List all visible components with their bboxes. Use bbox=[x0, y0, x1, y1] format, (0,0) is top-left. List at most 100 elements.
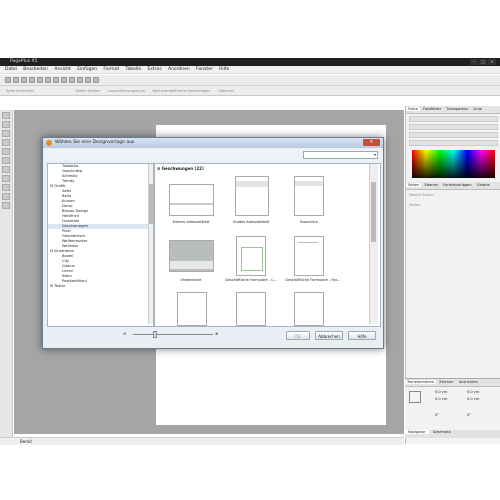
category-tree[interactable]: Trabanta Geschnittg Schmalz Trendy ⊟ Grafik A… bbox=[47, 163, 154, 327]
x-value[interactable]: 0,0 cm bbox=[435, 390, 447, 394]
options-button[interactable]: Optionen bbox=[218, 89, 234, 93]
tree-scrollbar[interactable] bbox=[148, 164, 153, 324]
align-icon[interactable] bbox=[93, 77, 99, 83]
template-caption: Geschäftliche Formulare - C... bbox=[225, 278, 277, 282]
cancel-button[interactable]: Abbrechen bbox=[315, 331, 343, 340]
gallery-scroll-thumb[interactable] bbox=[371, 182, 376, 242]
menu-anordnen[interactable]: Anordnen bbox=[168, 67, 190, 72]
template-thumb-brochure[interactable] bbox=[294, 176, 324, 216]
menu-einfuegen[interactable]: Einfügen bbox=[77, 67, 97, 72]
template-thumb-business-form-c[interactable] bbox=[236, 236, 266, 276]
y-value[interactable]: 0,0 cm bbox=[435, 397, 447, 401]
zoom-out-icon[interactable]: ⊖ bbox=[123, 331, 126, 336]
menu-fenster[interactable]: Fenster bbox=[196, 67, 213, 72]
fill-tool-icon[interactable] bbox=[2, 184, 10, 191]
blue-slider[interactable] bbox=[409, 140, 498, 146]
custom-button[interactable]: Benutzerdefinierte Hochbelegen bbox=[152, 89, 210, 93]
menu-extras[interactable]: Extras bbox=[147, 67, 161, 72]
bold-icon[interactable] bbox=[77, 77, 83, 83]
rotation-value[interactable]: 0° bbox=[435, 413, 439, 417]
tab-galerie[interactable]: Galerie bbox=[475, 183, 492, 187]
save-icon[interactable] bbox=[21, 77, 27, 83]
gallery-header-label: Geschwungen (22) bbox=[161, 166, 204, 171]
tab-farbe[interactable]: Farbe bbox=[406, 107, 420, 111]
template-thumb-business-card[interactable] bbox=[169, 240, 214, 272]
italic-icon[interactable] bbox=[85, 77, 91, 83]
page-toolbar: Seite einrichten Seiten fließen Layoutfü… bbox=[0, 86, 500, 96]
tab-linie[interactable]: Linie bbox=[471, 107, 484, 111]
crop-tool-icon[interactable] bbox=[2, 130, 10, 137]
menu-format[interactable]: Format bbox=[103, 67, 119, 72]
picture-tool-icon[interactable] bbox=[2, 175, 10, 182]
design-template-dialog: Wählen Sie eine Designvorlage aus × ▾ Tr… bbox=[42, 137, 384, 349]
minimize-button[interactable]: – bbox=[470, 59, 478, 65]
navigator-tabs: Navigator Schemata bbox=[405, 430, 500, 438]
close-window-button[interactable]: × bbox=[488, 59, 496, 65]
width-value[interactable]: 0,0 cm bbox=[467, 390, 479, 394]
anchor-icon[interactable] bbox=[409, 391, 421, 403]
template-thumb-row3-2[interactable] bbox=[236, 292, 266, 326]
zoom-slider[interactable]: ⊖ ⊕ bbox=[123, 331, 223, 338]
menu-bearbeiten[interactable]: Bearbeiten bbox=[23, 67, 48, 72]
tab-formatvorlagen[interactable]: Formatvorlagen bbox=[441, 183, 473, 187]
dialog-close-button[interactable]: × bbox=[363, 139, 380, 146]
text-tool-icon[interactable] bbox=[2, 139, 10, 146]
menu-tabelle[interactable]: Tabelle bbox=[126, 67, 142, 72]
tab-seiten[interactable]: Seiten bbox=[406, 183, 422, 187]
print-icon[interactable] bbox=[29, 77, 35, 83]
gallery-header: ⊟ Geschwungen (22) bbox=[157, 166, 204, 171]
height-value[interactable]: 0,0 cm bbox=[467, 397, 479, 401]
ok-button[interactable]: OK bbox=[286, 331, 310, 340]
page-setup-button[interactable]: Seite einrichten bbox=[6, 89, 34, 93]
tab-ausrichten[interactable]: Ausrichten bbox=[457, 380, 480, 384]
tree-scroll-thumb[interactable] bbox=[149, 184, 153, 224]
template-thumb-row3-3[interactable] bbox=[294, 292, 324, 326]
tab-schemata[interactable]: Schemata bbox=[430, 430, 454, 434]
zoom-slider-knob[interactable] bbox=[153, 331, 157, 338]
template-thumb-large-label[interactable] bbox=[235, 176, 269, 216]
help-button[interactable]: Hilfe bbox=[348, 331, 376, 340]
color-mode-select[interactable] bbox=[409, 116, 498, 122]
pen-tool-icon[interactable] bbox=[2, 148, 10, 155]
zoom-tool-icon[interactable] bbox=[2, 202, 10, 209]
gallery-scrollbar[interactable] bbox=[369, 164, 378, 324]
shear-value[interactable]: 0° bbox=[467, 413, 471, 417]
maximize-button[interactable]: □ bbox=[479, 59, 487, 65]
tree-category-label: Grafik bbox=[54, 184, 66, 188]
zoom-slider-track[interactable] bbox=[133, 334, 213, 335]
pointer-tool-icon[interactable] bbox=[2, 112, 10, 119]
layout-guides-button[interactable]: Layoutführungen(ca) bbox=[107, 89, 145, 93]
color-spectrum[interactable] bbox=[412, 150, 495, 178]
window-title-bar: PagePlus X5 – □ × bbox=[0, 58, 500, 66]
page-flow-button[interactable]: Seiten fließen bbox=[76, 89, 101, 93]
table-tool-icon[interactable] bbox=[2, 166, 10, 173]
menu-datei[interactable]: Datei bbox=[5, 67, 17, 72]
menu-ansicht[interactable]: Ansicht bbox=[54, 67, 71, 72]
redo-icon[interactable] bbox=[69, 77, 75, 83]
tab-transformieren[interactable]: Transformieren bbox=[405, 380, 436, 384]
shape-tool-icon[interactable] bbox=[2, 157, 10, 164]
transparency-tool-icon[interactable] bbox=[2, 193, 10, 200]
tab-transparenz[interactable]: Transparenz bbox=[444, 107, 470, 111]
template-thumb-small-label[interactable] bbox=[169, 184, 214, 216]
tab-navigator[interactable]: Navigator bbox=[405, 430, 429, 434]
tree-category[interactable]: ⊟ Textur bbox=[48, 284, 153, 289]
zoom-in-icon[interactable]: ⊕ bbox=[215, 331, 218, 336]
cut-icon[interactable] bbox=[37, 77, 43, 83]
chevron-down-icon: ▾ bbox=[373, 152, 376, 157]
menu-hilfe[interactable]: Hilfe bbox=[219, 67, 229, 72]
copy-icon[interactable] bbox=[45, 77, 51, 83]
tab-farbfelder[interactable]: Farbfelder bbox=[421, 107, 443, 111]
undo-icon[interactable] bbox=[61, 77, 67, 83]
tab-zeichen[interactable]: Zeichen bbox=[437, 380, 455, 384]
template-thumb-business-form-fax[interactable] bbox=[294, 236, 324, 276]
new-icon[interactable] bbox=[5, 77, 11, 83]
open-icon[interactable] bbox=[13, 77, 19, 83]
template-filter-dropdown[interactable]: ▾ bbox=[303, 151, 378, 159]
paste-icon[interactable] bbox=[53, 77, 59, 83]
green-slider[interactable] bbox=[409, 132, 498, 138]
red-slider[interactable] bbox=[409, 124, 498, 130]
tab-ebenen[interactable]: Ebenen bbox=[423, 183, 441, 187]
rotate-tool-icon[interactable] bbox=[2, 121, 10, 128]
template-thumb-row3-1[interactable] bbox=[177, 292, 207, 326]
